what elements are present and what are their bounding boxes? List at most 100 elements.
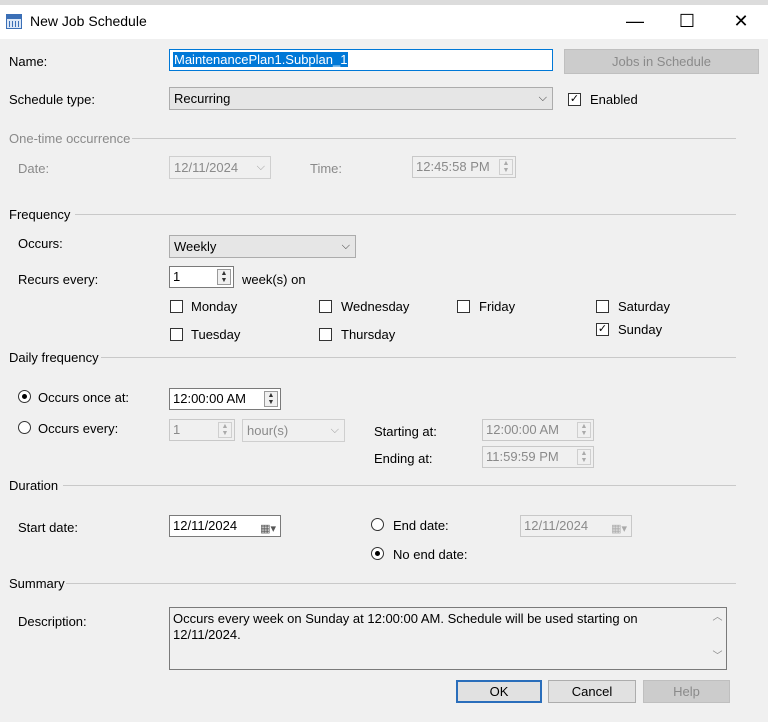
start-date-value: 12/11/2024 [173,518,238,533]
end-date-radio[interactable] [371,518,384,531]
check-icon: ✓ [569,93,580,105]
starting-at-value: 12:00:00 AM [486,422,559,437]
description-text: Occurs every week on Sunday at 12:00:00 … [173,611,638,642]
occurs-every-spinner[interactable]: ▲ ▼ [218,422,232,438]
duration-divider [63,485,736,486]
sunday-checkbox[interactable]: ✓ [596,323,609,336]
maximize-button[interactable]: ☐ [664,5,710,39]
occurs-every-unit-value: hour(s) [247,423,289,438]
one-time-occurrence-header: One-time occurrence [9,131,131,146]
recurs-every-label: Recurs every: [18,272,99,287]
occurs-every-field[interactable]: 1 ▲ ▼ [169,419,235,441]
ending-at-spinner[interactable]: ▲ ▼ [577,449,591,465]
schedule-type-label: Schedule type: [9,92,96,107]
cancel-button[interactable]: Cancel [548,680,636,703]
monday-checkbox[interactable] [170,300,183,313]
ok-button[interactable]: OK [456,680,542,703]
close-button[interactable]: ✕ [718,5,764,39]
name-field[interactable]: MaintenancePlan1.Subplan_1 [169,49,553,71]
help-button[interactable]: Help [643,680,730,703]
occurs-once-label: Occurs once at: [38,390,130,405]
occurs-once-time-field[interactable]: 12:00:00 AM ▲ ▼ [169,388,281,410]
enabled-checkbox[interactable]: ✓ [568,93,581,106]
ending-at-label: Ending at: [374,451,433,466]
spin-up-icon: ▲ [221,423,229,430]
schedule-type-select[interactable]: Recurring ⌵ [169,87,553,110]
frequency-header: Frequency [9,207,71,222]
end-date-value: 12/11/2024 [524,518,589,533]
monday-label: Monday [191,299,238,314]
recurs-suffix-label: week(s) on [242,272,306,287]
spin-up-icon: ▲ [267,392,275,399]
recurs-spinner[interactable]: ▲ ▼ [217,269,231,285]
description-label: Description: [18,614,87,629]
sunday-label: Sunday [618,322,663,337]
recurs-every-field[interactable]: 1 ▲ ▼ [169,266,234,288]
no-end-date-label: No end date: [393,547,468,562]
occurs-every-unit-select[interactable]: hour(s) ⌵ [242,419,345,442]
description-box[interactable]: Occurs every week on Sunday at 12:00:00 … [169,607,727,670]
one-time-divider [132,138,736,139]
friday-checkbox[interactable] [457,300,470,313]
one-time-date-value: 12/11/2024 [174,160,239,175]
spin-up-icon: ▲ [502,160,510,167]
starting-at-spinner[interactable]: ▲ ▼ [577,422,591,438]
occurs-value: Weekly [174,239,217,254]
occurs-every-radio[interactable] [18,421,31,434]
frequency-divider [75,214,736,215]
saturday-checkbox[interactable] [596,300,609,313]
end-date-picker[interactable]: 12/11/2024 ▦▾ [520,515,632,537]
thursday-label: Thursday [341,327,396,342]
no-end-date-radio[interactable] [371,547,384,560]
spin-up-icon: ▲ [580,423,588,430]
wednesday-checkbox[interactable] [319,300,332,313]
start-date-picker[interactable]: 12/11/2024 ▦▾ [169,515,281,537]
name-label: Name: [9,54,48,69]
date-label: Date: [18,161,50,176]
summary-divider [66,583,736,584]
duration-header: Duration [9,478,59,493]
time-spinner[interactable]: ▲ ▼ [499,159,513,175]
jobs-in-schedule-button[interactable]: Jobs in Schedule [564,49,759,74]
schedule-window-icon [6,14,22,29]
tuesday-label: Tuesday [191,327,241,342]
occurs-once-spinner[interactable]: ▲ ▼ [264,391,278,407]
start-date-label: Start date: [18,520,78,535]
calendar-icon[interactable]: ▦▾ [260,519,276,536]
minimize-button[interactable]: — [612,5,658,39]
occurs-once-radio[interactable] [18,390,31,403]
spin-down-icon: ▼ [502,167,510,174]
chevron-down-icon: ⌵ [538,92,547,104]
friday-label: Friday [479,299,516,314]
occurs-select[interactable]: Weekly ⌵ [169,235,356,258]
chevron-down-icon: ⌵ [256,161,265,173]
calendar-icon[interactable]: ▦▾ [611,519,627,536]
tuesday-checkbox[interactable] [170,328,183,341]
scroll-up-icon[interactable]: ︿ [709,610,726,626]
ending-at-value: 11:59:59 PM [486,449,559,464]
starting-at-label: Starting at: [374,424,437,439]
description-scrollbar[interactable]: ︿ ﹀ [709,608,726,669]
occurs-every-value: 1 [173,422,181,437]
chevron-down-icon: ⌵ [341,240,350,252]
spin-down-icon: ▼ [221,430,229,437]
chevron-down-icon: ⌵ [330,424,339,436]
spin-down-icon: ▼ [580,457,588,464]
ending-at-field[interactable]: 11:59:59 PM ▲ ▼ [482,446,594,468]
spin-down-icon: ▼ [267,399,275,406]
occurs-every-label: Occurs every: [38,421,119,436]
starting-at-field[interactable]: 12:00:00 AM ▲ ▼ [482,419,594,441]
schedule-type-value: Recurring [174,91,231,106]
check-icon: ✓ [597,323,608,335]
title-bar: New Job Schedule — ☐ ✕ [0,5,768,39]
saturday-label: Saturday [618,299,671,314]
window-title: New Job Schedule [30,13,147,29]
daily-frequency-divider [101,357,736,358]
scroll-down-icon[interactable]: ﹀ [709,649,726,665]
spin-down-icon: ▼ [580,430,588,437]
one-time-time-field[interactable]: 12:45:58 PM ▲ ▼ [412,156,516,178]
daily-frequency-header: Daily frequency [9,350,99,365]
one-time-date-picker[interactable]: 12/11/2024 ⌵ [169,156,271,179]
thursday-checkbox[interactable] [319,328,332,341]
spin-up-icon: ▲ [580,450,588,457]
